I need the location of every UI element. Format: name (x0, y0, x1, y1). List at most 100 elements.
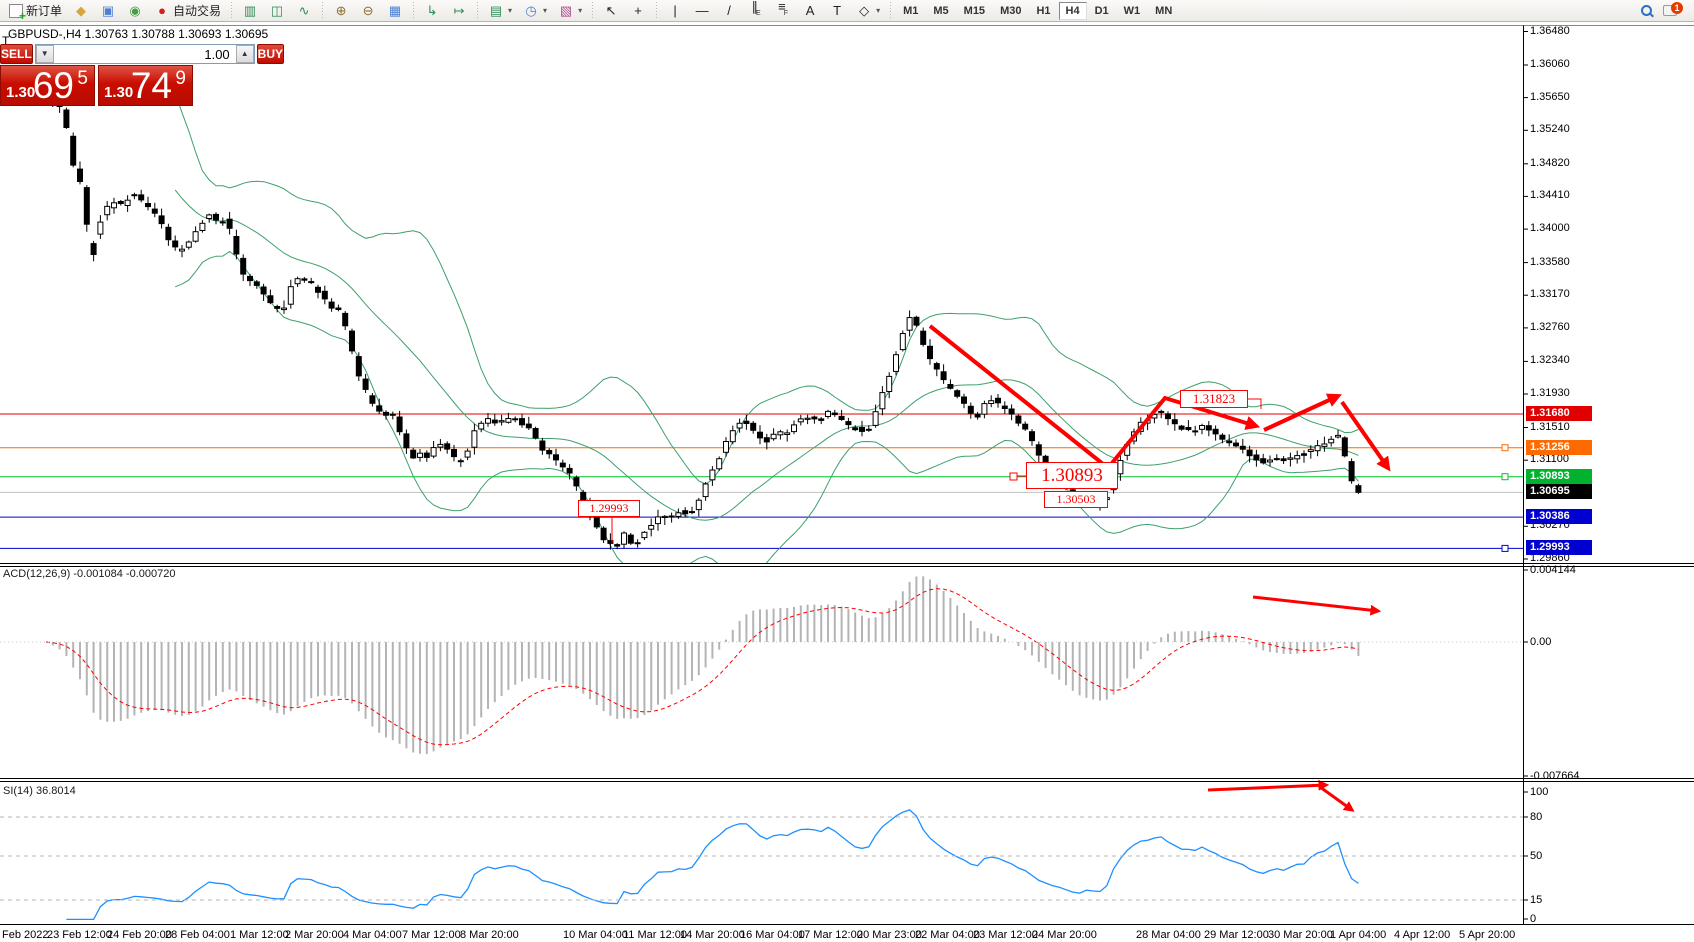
candlestick-icon: ◫ (269, 3, 285, 19)
new-chart-icon[interactable]: ▤▾ (483, 1, 517, 21)
y-axis-tick: 1.36060 (1530, 58, 1570, 70)
y-axis-tick: 1.31930 (1530, 387, 1570, 399)
buy-button[interactable]: BUY (257, 44, 284, 64)
bar-chart-icon[interactable]: ▥ (237, 1, 263, 21)
date-label: 5 Apr 20:00 (1459, 929, 1515, 941)
y-axis-tick: 1.33170 (1530, 288, 1570, 300)
indicators-icon[interactable]: ▧▾ (553, 1, 587, 21)
vertical-line-icon: | (667, 3, 683, 19)
one-click-trading-panel: SELL ▼ ▲ BUY 1.30 69 5 1.30 74 9 (0, 44, 194, 106)
timeframe-button-h1[interactable]: H1 (1029, 2, 1057, 20)
buy-price-box[interactable]: 1.30 74 9 (98, 65, 193, 106)
date-label: 11 Mar 12:00 (623, 929, 687, 941)
timeframe-button-w1[interactable]: W1 (1117, 2, 1148, 20)
candlestick-icon[interactable]: ◫ (264, 1, 290, 21)
new-order-button (9, 4, 23, 18)
fibonacci-icon[interactable]: ≡F (770, 1, 796, 21)
date-label: 2 Mar 20:00 (285, 929, 344, 941)
autotrade-button: ● (154, 3, 170, 19)
trendline-icon[interactable]: / (716, 1, 742, 21)
volume-input[interactable] (54, 45, 236, 63)
price-annotation: 1.30503 (1044, 491, 1108, 508)
timeframe-button-m15[interactable]: M15 (957, 2, 992, 20)
y-axis-price-badge: 1.31256 (1526, 440, 1592, 455)
y-axis-tick: 1.33580 (1530, 256, 1570, 268)
dropdown-caret-icon: ▾ (876, 6, 880, 15)
toolbar-separator (411, 2, 416, 20)
rsi-axis-tick: 80 (1530, 811, 1542, 823)
crosshair-icon[interactable]: + (625, 1, 651, 21)
chat-icon[interactable]: 1 (1658, 1, 1690, 21)
chart-canvas[interactable] (0, 0, 1694, 942)
notification-badge: 1 (1671, 2, 1683, 14)
toolbar-separator (229, 2, 234, 20)
indicators-icon: ▧ (558, 3, 574, 19)
y-axis-price-badge: 1.30386 (1526, 509, 1592, 524)
dropdown-caret-icon: ▾ (508, 6, 512, 15)
price-annotation: 1.31823 (1180, 390, 1248, 408)
alerts-icon[interactable]: ◉ (122, 1, 148, 21)
toolbar-separator (888, 2, 893, 20)
zoom-out-icon[interactable]: ⊖ (355, 1, 381, 21)
chat-icon: 1 (1663, 5, 1677, 16)
date-label: 7 Mar 12:00 (402, 929, 461, 941)
sell-price-sup: 5 (77, 68, 88, 90)
date-label: 1 Apr 04:00 (1330, 929, 1386, 941)
timeframe-button-mn[interactable]: MN (1148, 2, 1179, 20)
zoom-out-icon: ⊖ (360, 3, 376, 19)
zoom-in-icon: ⊕ (333, 3, 349, 19)
channel-icon: ∥E (748, 0, 764, 22)
label-icon[interactable]: T (824, 1, 850, 21)
bar-chart-icon: ▥ (242, 3, 258, 19)
channel-icon[interactable]: ∥E (743, 1, 769, 21)
date-label: 4 Mar 04:00 (343, 929, 402, 941)
profiles-icon[interactable]: ◷▾ (518, 1, 552, 21)
autotrade-button[interactable]: ●自动交易 (149, 1, 226, 21)
date-label: 28 Feb 04:00 (165, 929, 230, 941)
cursor-icon[interactable]: ↖ (598, 1, 624, 21)
search-icon[interactable] (1636, 1, 1657, 21)
horizontal-line-icon: — (694, 3, 710, 19)
volume-control: ▼ ▲ (35, 44, 255, 64)
zoom-in-icon[interactable]: ⊕ (328, 1, 354, 21)
timeframe-button-m30[interactable]: M30 (993, 2, 1028, 20)
auto-scroll-icon[interactable]: ↳ (419, 1, 445, 21)
new-order-button-label: 新订单 (26, 2, 62, 19)
toolbar-separator (320, 2, 325, 20)
text-icon[interactable]: A (797, 1, 823, 21)
y-axis-tick: 1.34000 (1530, 222, 1570, 234)
horizontal-line-icon[interactable]: — (689, 1, 715, 21)
timeframe-button-m1[interactable]: M1 (896, 2, 925, 20)
timeframe-button-d1[interactable]: D1 (1088, 2, 1116, 20)
news-icon[interactable]: ▣ (95, 1, 121, 21)
volume-increase-button[interactable]: ▲ (236, 45, 254, 63)
date-label: 30 Mar 20:00 (1268, 929, 1333, 941)
chart-shift-icon: ↦ (451, 3, 467, 19)
y-axis-tick: 1.32760 (1530, 321, 1570, 333)
text-icon: A (802, 3, 818, 19)
rsi-axis-tick: 15 (1530, 894, 1542, 906)
date-label: 24 Mar 20:00 (1032, 929, 1097, 941)
toolbar-separator (590, 2, 595, 20)
timeframe-button-m5[interactable]: M5 (926, 2, 955, 20)
dropdown-caret-icon: ▾ (543, 6, 547, 15)
date-label: 28 Mar 04:00 (1136, 929, 1201, 941)
y-axis-price-badge: 1.30893 (1526, 469, 1592, 484)
y-axis-tick: 1.36480 (1530, 25, 1570, 37)
search-icon (1641, 5, 1652, 16)
date-label: 8 Mar 20:00 (460, 929, 519, 941)
history-center-icon[interactable]: ◆ (68, 1, 94, 21)
sell-price-box[interactable]: 1.30 69 5 (0, 65, 95, 106)
vertical-line-icon[interactable]: | (662, 1, 688, 21)
arrows-icon[interactable]: ◇▾ (851, 1, 885, 21)
tile-windows-icon: ▦ (387, 3, 403, 19)
line-chart-icon[interactable]: ∿ (291, 1, 317, 21)
volume-decrease-button[interactable]: ▼ (36, 45, 54, 63)
label-icon: T (829, 3, 845, 19)
sell-button[interactable]: SELL (0, 44, 33, 64)
new-order-button[interactable]: 新订单 (4, 1, 67, 21)
timeframe-button-h4[interactable]: H4 (1059, 2, 1087, 20)
chart-shift-icon[interactable]: ↦ (446, 1, 472, 21)
terminal-window: 新订单◆▣◉●自动交易▥◫∿⊕⊖▦↳↦▤▾◷▾▧▾↖+|—/∥E≡FAT◇▾M1… (0, 0, 1694, 942)
tile-windows-icon[interactable]: ▦ (382, 1, 408, 21)
